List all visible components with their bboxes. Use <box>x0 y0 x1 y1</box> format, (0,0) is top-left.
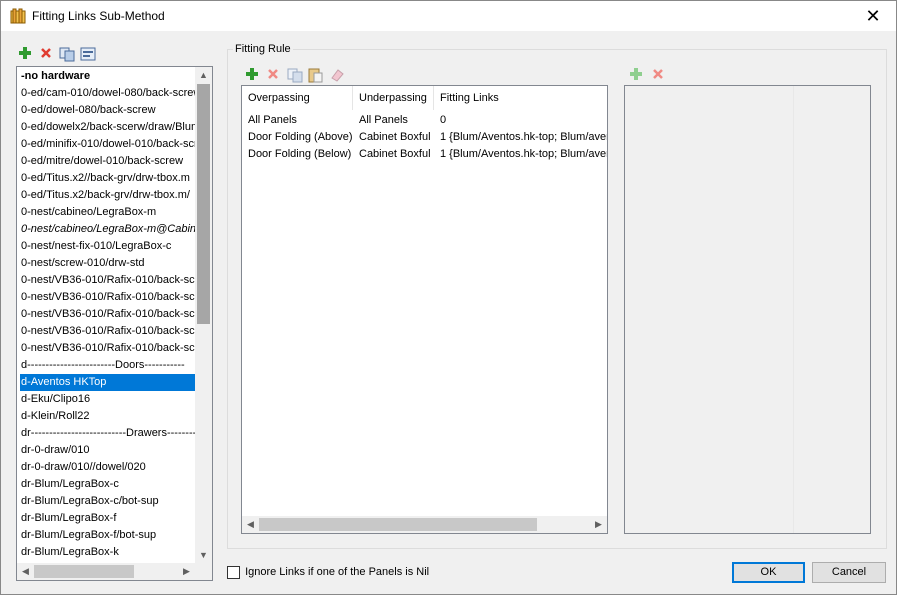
scroll-right-icon[interactable]: ▶ <box>590 516 607 533</box>
column-header[interactable]: Overpassing <box>242 86 353 110</box>
list-item[interactable]: 0-ed/dowelx2/back-scerw/draw/Blum <box>20 119 197 136</box>
list-item[interactable]: dr-Blum/LegraBox-c <box>20 476 197 493</box>
table-cell[interactable]: Door Folding (Below) <box>242 146 353 163</box>
eraser-icon[interactable] <box>329 67 345 83</box>
scroll-left-icon[interactable]: ◀ <box>17 563 34 580</box>
table-cell[interactable]: Door Folding (Above) <box>242 129 353 146</box>
add-icon[interactable] <box>245 67 261 83</box>
ok-button[interactable]: OK <box>732 562 805 583</box>
list-item[interactable]: 0-ed/Titus.x2//back-grv/drw-tbox.m <box>20 170 197 187</box>
list-item[interactable]: dr-Blum/LegraBox-c/bot-sup <box>20 493 197 510</box>
fitting-links-panel[interactable] <box>624 85 871 534</box>
list-item[interactable]: dr-0-draw/010 <box>20 442 197 459</box>
list-item[interactable]: 0-nest/cabineo/LegraBox-m <box>20 204 197 221</box>
list-item[interactable]: 0-nest/VB36-010/Rafix-010/back-screw <box>20 340 197 357</box>
list-item[interactable]: 0-nest/VB36-010/Rafix-010/back-screw <box>20 289 197 306</box>
list-item[interactable]: -no hardware <box>20 68 197 85</box>
table-cell[interactable]: Cabinet Boxful <box>353 146 434 163</box>
list-item[interactable]: 0-ed/dowel-080/back-screw <box>20 102 197 119</box>
list-item[interactable]: d-Aventos HKTop <box>20 374 197 391</box>
list-item[interactable]: dr-Blum/LegraBox-k <box>20 544 197 561</box>
window-title: Fitting Links Sub-Method <box>32 9 165 23</box>
hardware-list[interactable]: -no hardware 0-ed/cam-010/dowel-080/back-… <box>16 66 213 581</box>
title-bar: Fitting Links Sub-Method ✕ <box>1 1 896 31</box>
fitting-rule-grid[interactable]: Overpassing Underpassing Fitting Links All … <box>241 85 608 534</box>
delete-icon[interactable] <box>651 67 667 83</box>
ignore-links-row[interactable]: Ignore Links if one of the Panels is Nil <box>227 565 429 579</box>
close-button[interactable]: ✕ <box>850 1 896 31</box>
scroll-left-icon[interactable]: ◀ <box>242 516 259 533</box>
scroll-up-icon[interactable]: ▲ <box>195 67 212 84</box>
list-item[interactable]: dr-0-draw/010//dowel/020 <box>20 459 197 476</box>
ignore-links-checkbox[interactable] <box>227 565 240 579</box>
list-item[interactable]: d-Eku/Clipo16 <box>20 391 197 408</box>
list-item[interactable]: 0-nest/VB36-010/Rafix-010/back-screw <box>20 323 197 340</box>
add-icon[interactable] <box>629 67 645 83</box>
list-item[interactable]: d-Klein/Roll22 <box>20 408 197 425</box>
list-horizontal-scrollbar[interactable]: ◀ ▶ <box>17 563 195 580</box>
column-header[interactable]: Underpassing <box>353 86 434 110</box>
table-cell[interactable]: 1 {Blum/Aventos.hk-top; Blum/aventos <box>434 129 607 146</box>
scroll-corner <box>195 563 212 580</box>
scroll-thumb[interactable] <box>259 518 537 531</box>
scroll-right-icon[interactable]: ▶ <box>178 563 195 580</box>
table-cell[interactable]: 1 {Blum/Aventos.hk-top; Blum/aventos <box>434 146 607 163</box>
list-item[interactable]: dr--------------------------Drawers-----… <box>20 425 197 442</box>
column-header[interactable]: Fitting Links <box>434 86 607 110</box>
list-item[interactable]: 0-ed/cam-010/dowel-080/back-screw <box>20 85 197 102</box>
copy-icon[interactable] <box>287 67 303 83</box>
delete-icon[interactable] <box>39 46 55 62</box>
list-item[interactable]: 0-ed/mitre/dowel-010/back-screw <box>20 153 197 170</box>
scroll-down-icon[interactable]: ▼ <box>195 547 212 564</box>
table-cell[interactable]: All Panels <box>242 112 353 129</box>
add-icon[interactable] <box>18 46 34 62</box>
list-item[interactable]: 0-ed/minifix-010/dowel-010/back-screw <box>20 136 197 153</box>
list-item[interactable]: 0-ed/Titus.x2/back-grv/drw-tbox.m/ <box>20 187 197 204</box>
list-item[interactable]: dr-Blum/LegraBox-f/bot-sup <box>20 527 197 544</box>
table-cell[interactable]: Cabinet Boxful <box>353 129 434 146</box>
list-item[interactable]: 0-nest/VB36-010/Rafix-010/back-screw <box>20 272 197 289</box>
list-item[interactable]: dr-Blum/LegraBox-f <box>20 510 197 527</box>
delete-icon[interactable] <box>266 67 282 83</box>
list-item[interactable]: 0-nest/VB36-010/Rafix-010/back-screw <box>20 306 197 323</box>
list-item[interactable]: 0-nest/cabineo/LegraBox-m@Cabinet <box>20 221 197 238</box>
ignore-links-label[interactable]: Ignore Links if one of the Panels is Nil <box>245 566 429 578</box>
list-vertical-scrollbar[interactable]: ▲ ▼ <box>195 67 212 564</box>
paste-icon[interactable] <box>307 67 323 83</box>
copy-icon[interactable] <box>59 46 75 62</box>
list-item[interactable]: 0-nest/screw-010/drw-std <box>20 255 197 272</box>
grid-horizontal-scrollbar[interactable]: ◀ ▶ <box>242 516 607 533</box>
app-icon <box>10 8 26 24</box>
dialog-window: Fitting Links Sub-Method ✕ -no hardware 0… <box>0 0 897 595</box>
table-cell[interactable]: 0 <box>434 112 607 129</box>
list-item[interactable]: d------------------------Doors----------… <box>20 357 197 374</box>
table-cell[interactable]: All Panels <box>353 112 434 129</box>
scroll-thumb[interactable] <box>197 84 210 324</box>
scroll-thumb[interactable] <box>34 565 134 578</box>
column-divider <box>793 86 794 533</box>
list-item[interactable]: 0-nest/nest-fix-010/LegraBox-c <box>20 238 197 255</box>
properties-icon[interactable] <box>80 46 96 62</box>
fitting-rule-label: Fitting Rule <box>233 43 293 55</box>
cancel-button[interactable]: Cancel <box>812 562 886 583</box>
